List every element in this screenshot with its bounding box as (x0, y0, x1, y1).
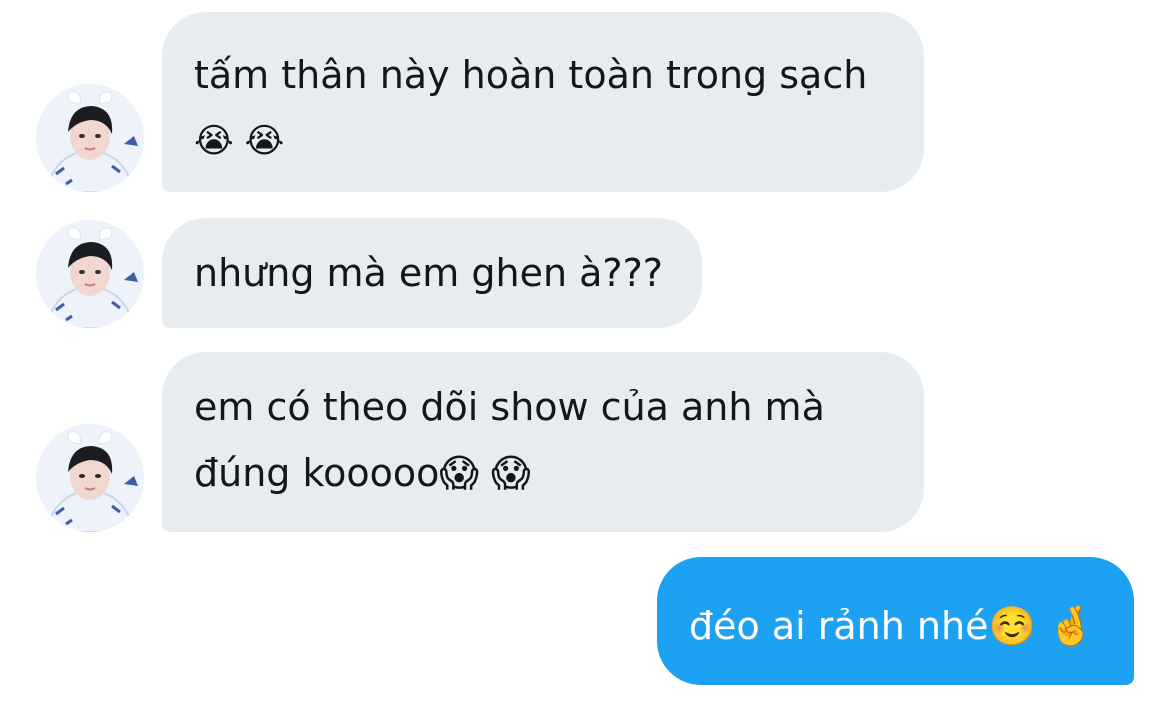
profile-photo-icon (36, 84, 144, 192)
outgoing-message[interactable]: đéo ai rảnh nhé☺️ 🤞 (657, 557, 1134, 685)
incoming-message[interactable]: nhưng mà em ghen à??? (162, 218, 702, 328)
dm-conversation: tấm thân này hoàn toàn trong sạch 😭 😭 nh… (0, 0, 1170, 717)
message-text: đúng kooooo😱 😱 (194, 451, 531, 495)
message-text: nhưng mà em ghen à??? (194, 251, 663, 295)
avatar[interactable] (36, 424, 144, 532)
message-text: đéo ai rảnh nhé☺️ 🤞 (689, 604, 1096, 648)
message-emoji: 😭 😭 (194, 121, 285, 161)
profile-photo-icon (36, 220, 144, 328)
avatar[interactable] (36, 84, 144, 192)
incoming-message[interactable]: tấm thân này hoàn toàn trong sạch 😭 😭 (162, 12, 924, 192)
message-text: em có theo dõi show của anh mà (194, 385, 825, 429)
avatar[interactable] (36, 220, 144, 328)
profile-photo-icon (36, 424, 144, 532)
incoming-message[interactable]: em có theo dõi show của anh mà đúng kooo… (162, 352, 924, 532)
message-text: tấm thân này hoàn toàn trong sạch (194, 53, 868, 97)
